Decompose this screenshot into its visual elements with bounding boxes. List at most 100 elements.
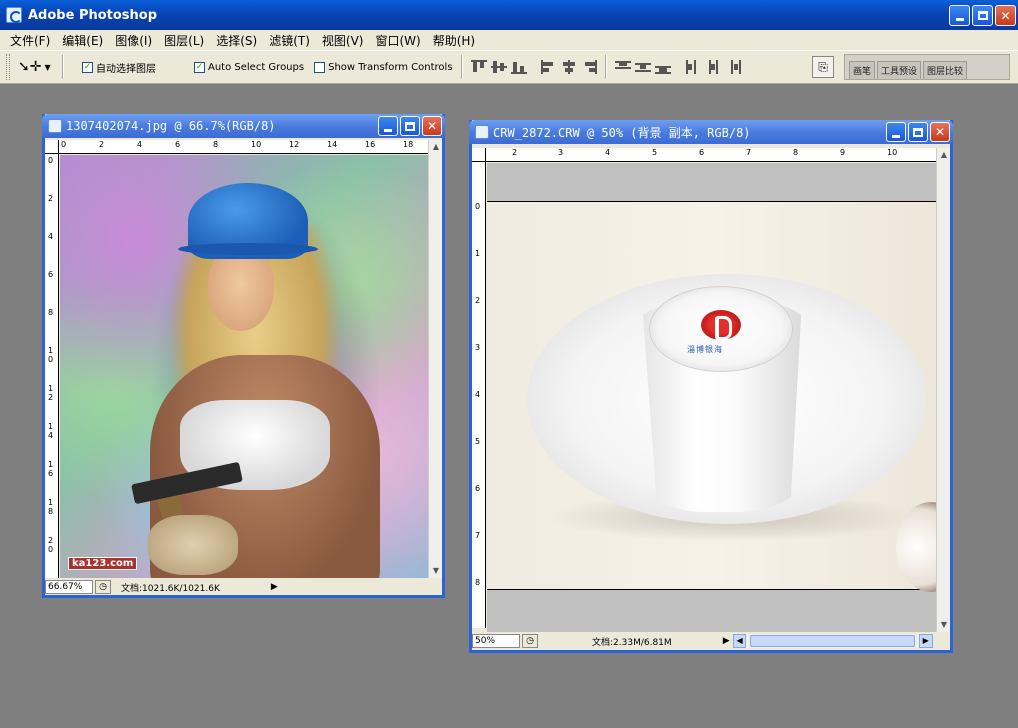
maximize-button[interactable] — [972, 5, 993, 26]
ruler-origin[interactable] — [45, 140, 59, 154]
menu-edit[interactable]: 编辑(E) — [56, 32, 109, 49]
horizontal-ruler[interactable]: 0 2 4 6 8 10 12 14 16 18 — [59, 140, 428, 154]
status-play-arrow[interactable]: ▶ — [720, 636, 733, 646]
distribute-top-icon[interactable] — [614, 60, 631, 74]
align-vcenter-icon[interactable] — [490, 60, 507, 74]
show-transform-controls-checkbox[interactable]: Show Transform Controls — [314, 61, 453, 73]
move-tool-preset[interactable]: ➘✛ ▼ — [18, 55, 54, 79]
document-title: 1307402074.jpg @ 66.7%(RGB/8) — [66, 119, 276, 133]
document-window-2[interactable]: CRW_2872.CRW @ 50% (背景 副本, RGB/8) ✕ 2 3 … — [469, 120, 953, 653]
minimize-icon — [955, 18, 964, 21]
move-tool-icon: ➘✛ — [18, 59, 42, 75]
auto-select-layer-checkbox[interactable]: ✓ 自动选择图层 — [82, 60, 156, 75]
horizontal-ruler[interactable]: 2 3 4 5 6 7 8 9 10 — [486, 148, 936, 162]
ruler-label: 2 — [475, 296, 481, 305]
auto-select-groups-checkbox[interactable]: ✓ Auto Select Groups — [194, 61, 305, 73]
status-bar: 66.67% ◷ 文档:1021.6K/1021.6K ▶ — [45, 579, 442, 595]
checkbox-unchecked-icon — [314, 61, 326, 73]
menu-help[interactable]: 帮助(H) — [427, 32, 481, 49]
document-title-bar[interactable]: CRW_2872.CRW @ 50% (背景 副本, RGB/8) ✕ — [469, 120, 953, 144]
minimize-button[interactable] — [949, 5, 970, 26]
status-menu-icon[interactable]: ◷ — [522, 634, 538, 648]
app-title-bar[interactable]: Adobe Photoshop ✕ — [0, 0, 1018, 30]
palette-tab-brushes[interactable]: 画笔 — [849, 61, 876, 79]
align-right-icon[interactable] — [581, 60, 597, 74]
document-canvas[interactable]: ka123.com — [60, 155, 428, 578]
vertical-scrollbar[interactable]: ▲ ▼ — [428, 140, 442, 578]
menu-bar: 文件(F) 编辑(E) 图像(I) 图层(L) 选择(S) 滤镜(T) 视图(V… — [0, 30, 1018, 50]
vertical-scrollbar[interactable]: ▲ ▼ — [936, 148, 950, 632]
horizontal-scrollbar[interactable]: ◀ ▶ — [732, 634, 933, 648]
ruler-label: 1 8 — [48, 498, 54, 516]
scroll-down-arrow[interactable]: ▼ — [937, 618, 951, 632]
ruler-label: 3 — [475, 343, 481, 352]
maximize-icon — [913, 127, 923, 137]
vertical-ruler[interactable]: 0 2 4 6 8 1 0 1 2 1 4 1 6 1 8 2 0 — [45, 154, 59, 578]
distribute-vcenter-icon[interactable] — [634, 60, 651, 74]
ruler-label: 8 — [793, 148, 799, 157]
doc-minimize-button[interactable] — [886, 122, 906, 142]
align-hcenter-icon[interactable] — [561, 60, 577, 74]
palette-tab-layer-comps[interactable]: 图层比较 — [923, 61, 968, 79]
ruler-label: 3 — [558, 148, 564, 157]
auto-select-groups-label: Auto Select Groups — [208, 61, 305, 73]
menu-layer[interactable]: 图层(L) — [158, 32, 210, 49]
options-bar-grip[interactable] — [6, 54, 10, 80]
menu-select[interactable]: 选择(S) — [210, 32, 263, 49]
menu-view[interactable]: 视图(V) — [316, 32, 370, 49]
document-title: CRW_2872.CRW @ 50% (背景 副本, RGB/8) — [493, 125, 751, 140]
ruler-label: 18 — [403, 140, 414, 149]
doc-close-button[interactable]: ✕ — [422, 116, 442, 136]
document-size-info: 文档:2.33M/6.81M — [592, 637, 672, 648]
ruler-label: 10 — [251, 140, 262, 149]
menu-window[interactable]: 窗口(W) — [369, 32, 426, 49]
close-button[interactable]: ✕ — [995, 5, 1016, 26]
zoom-field[interactable]: 66.67% — [45, 580, 93, 594]
palette-well: 画笔 工具预设 图层比较 — [844, 54, 1010, 80]
scroll-right-arrow[interactable]: ▶ — [918, 634, 933, 648]
close-icon: ✕ — [1000, 8, 1011, 23]
align-top-icon[interactable] — [470, 60, 487, 74]
align-buttons — [470, 60, 597, 74]
go-to-bridge-icon[interactable]: ⎘ — [812, 56, 834, 78]
doc-maximize-button[interactable] — [400, 116, 420, 136]
menu-file[interactable]: 文件(F) — [4, 32, 56, 49]
scroll-up-arrow[interactable]: ▲ — [937, 148, 951, 162]
ruler-label: 8 — [48, 308, 54, 317]
ruler-label: 4 — [137, 140, 143, 149]
doc-close-button[interactable]: ✕ — [930, 122, 950, 142]
ruler-label: 12 — [289, 140, 300, 149]
ruler-label: 2 — [99, 140, 105, 149]
align-bottom-icon[interactable] — [510, 60, 527, 74]
zoom-field[interactable]: 50% — [472, 634, 520, 648]
menu-image[interactable]: 图像(I) — [109, 32, 158, 49]
document-window-1[interactable]: 1307402074.jpg @ 66.7%(RGB/8) ✕ 0 2 4 6 … — [42, 114, 445, 598]
document-canvas[interactable]: 淄博银海 — [487, 163, 936, 632]
menu-filter[interactable]: 滤镜(T) — [263, 32, 316, 49]
distribute-hcenter-icon[interactable] — [705, 60, 721, 74]
ruler-label: 14 — [327, 140, 338, 149]
palette-tab-tool-presets[interactable]: 工具预设 — [877, 61, 922, 79]
document-title-bar[interactable]: 1307402074.jpg @ 66.7%(RGB/8) ✕ — [42, 114, 445, 138]
distribute-left-icon[interactable] — [685, 60, 701, 74]
status-menu-icon[interactable]: ◷ — [95, 580, 111, 594]
app-title: Adobe Photoshop — [28, 7, 158, 23]
scroll-down-arrow[interactable]: ▼ — [429, 564, 443, 578]
distribute-bottom-icon[interactable] — [654, 60, 671, 74]
status-play-arrow[interactable]: ▶ — [268, 582, 281, 592]
scroll-thumb[interactable] — [750, 635, 915, 647]
doc-minimize-button[interactable] — [378, 116, 398, 136]
ruler-label: 8 — [213, 140, 219, 149]
scroll-up-arrow[interactable]: ▲ — [429, 140, 443, 154]
scroll-left-arrow[interactable]: ◀ — [732, 634, 747, 648]
ruler-label: 1 6 — [48, 460, 54, 478]
distribute-right-icon[interactable] — [725, 60, 741, 74]
ruler-label: 1 — [475, 249, 481, 258]
document-size-info: 文档:1021.6K/1021.6K — [121, 583, 220, 594]
ruler-origin[interactable] — [472, 148, 486, 162]
ruler-label: 4 — [605, 148, 611, 157]
ruler-label: 2 — [48, 194, 54, 203]
doc-maximize-button[interactable] — [908, 122, 928, 142]
vertical-ruler[interactable]: 0 1 2 3 4 5 6 7 8 — [472, 162, 486, 628]
align-left-icon[interactable] — [540, 60, 557, 74]
